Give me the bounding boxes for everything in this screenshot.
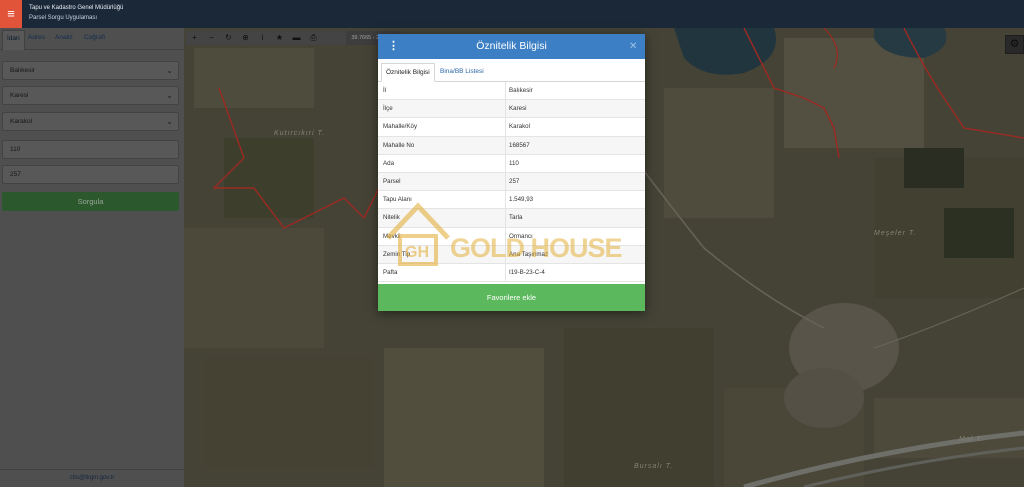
row-key: Mahalle No — [383, 141, 415, 149]
row-key: Mevkii — [383, 232, 401, 240]
modal-tabs: Öznitelik Bilgisi Bina/BB Listesi — [378, 59, 645, 82]
table-row: Mahalle/Köy Karakol — [378, 118, 645, 137]
row-value: Ana Taşınmaz — [509, 250, 549, 258]
table-row: Mahalle No 168567 — [378, 136, 645, 155]
row-key: Zemin Tip — [383, 250, 411, 258]
table-row: Nitelik Tarla — [378, 209, 645, 228]
app-title: Tapu ve Kadastro Genel Müdürlüğü — [29, 5, 124, 11]
row-value: Karakol — [509, 123, 530, 131]
row-key: Parsel — [383, 177, 401, 185]
tab-building-list[interactable]: Bina/BB Listesi — [436, 63, 488, 82]
attribute-modal: ⋮ Öznitelik Bilgisi ✕ Öznitelik Bilgisi … — [378, 34, 645, 311]
row-value: Ormancı — [509, 232, 533, 240]
modal-header: ⋮ Öznitelik Bilgisi ✕ — [378, 34, 645, 59]
row-value: 110 — [509, 159, 519, 167]
row-value: Tarla — [509, 214, 523, 222]
attribute-table: İl Balıkesir İlçe Karesi Mahalle/Köy Karako… — [378, 82, 645, 283]
add-favorite-button[interactable]: Favorilere ekle — [378, 284, 645, 311]
modal-title: Öznitelik Bilgisi — [476, 40, 547, 52]
tab-attribute-info[interactable]: Öznitelik Bilgisi — [381, 63, 435, 82]
table-row: Tapu Alanı 1.549,93 — [378, 191, 645, 210]
table-row: Mevkii Ormancı — [378, 227, 645, 246]
table-row: Ada 110 — [378, 154, 645, 173]
table-row: İlçe Karesi — [378, 100, 645, 119]
row-key: İlçe — [383, 105, 393, 113]
row-value: Karesi — [509, 105, 527, 113]
table-row: Zemin Tip Ana Taşınmaz — [378, 245, 645, 264]
app-header: ≡ Tapu ve Kadastro Genel Müdürlüğü Parse… — [0, 0, 1024, 28]
app-subtitle: Parsel Sorgu Uygulaması — [29, 15, 98, 21]
row-key: İl — [383, 87, 387, 94]
row-key: Ada — [383, 159, 395, 167]
table-row: Parsel 257 — [378, 172, 645, 192]
row-key: Nitelik — [383, 214, 400, 222]
row-value: 257 — [509, 177, 520, 185]
row-value: Balıkesir — [509, 87, 533, 94]
row-key: Tapu Alanı — [383, 196, 412, 204]
row-value: I19-B-23-C-4 — [509, 268, 545, 276]
row-value: 168567 — [509, 141, 530, 149]
table-row: İl Balıkesir — [378, 82, 645, 101]
row-key: Mahalle/Köy — [383, 123, 418, 131]
hamburger-icon[interactable]: ≡ — [0, 0, 22, 28]
row-key: Pafta — [383, 268, 398, 276]
row-value: 1.549,93 — [509, 196, 534, 204]
table-row: Pafta I19-B-23-C-4 — [378, 263, 645, 283]
close-icon[interactable]: ✕ — [629, 34, 637, 59]
